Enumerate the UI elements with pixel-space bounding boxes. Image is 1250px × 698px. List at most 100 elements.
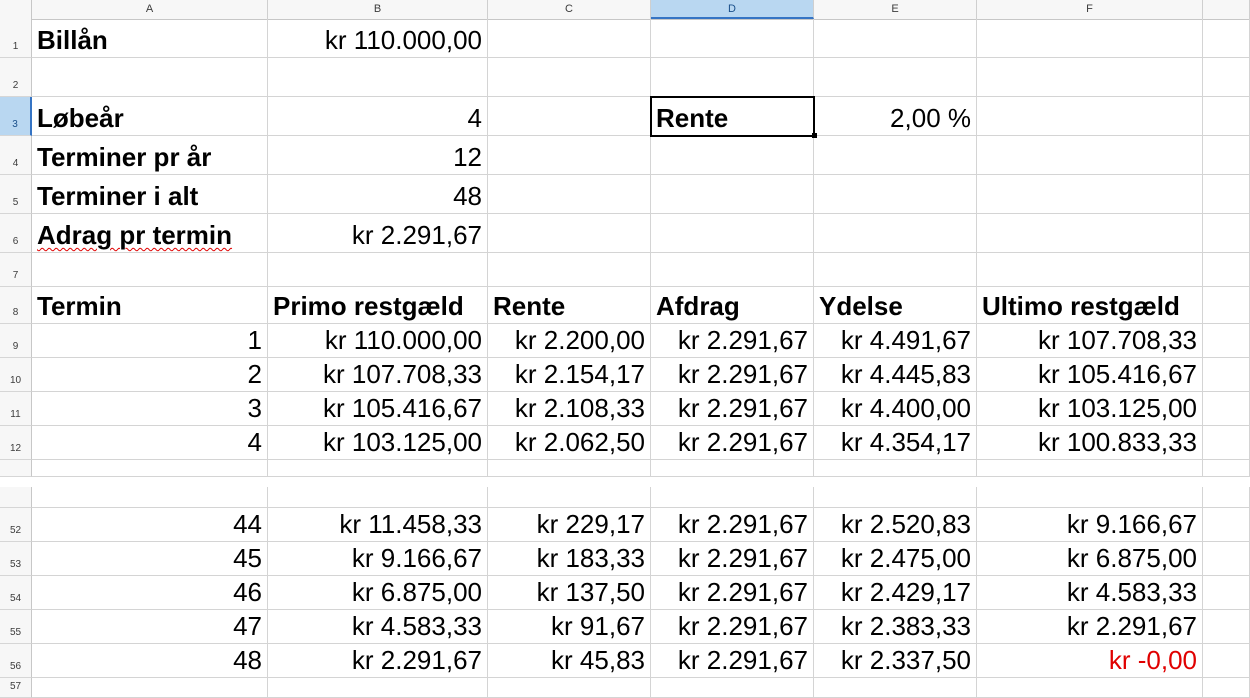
cell-c7[interactable] [488,253,651,287]
cell-d4[interactable] [651,136,814,175]
cell-e53[interactable]: kr 2.475,00 [814,542,977,576]
cell-g55[interactable] [1203,610,1250,644]
row-header-57[interactable]: 57 [0,678,32,698]
cell-a4[interactable]: Terminer pr år [32,136,268,175]
cell-e57[interactable] [814,678,977,698]
cell-b2[interactable] [268,58,488,97]
cell-ex[interactable] [814,460,977,477]
cell-f7[interactable] [977,253,1203,287]
cell-f54[interactable]: kr 4.583,33 [977,576,1203,610]
cell-c6[interactable] [488,214,651,253]
cell-d53[interactable]: kr 2.291,67 [651,542,814,576]
row-header-56[interactable]: 56 [0,644,32,678]
cell-g2[interactable] [1203,58,1250,97]
cell-d57[interactable] [651,678,814,698]
row-header-11[interactable]: 11 [0,392,32,426]
row-header-1[interactable]: 1 [0,19,32,58]
row-header-5[interactable]: 5 [0,175,32,214]
cell-e54[interactable]: kr 2.429,17 [814,576,977,610]
cell-a8[interactable]: Termin [32,287,268,324]
cell-b8[interactable]: Primo restgæld [268,287,488,324]
cell-c10[interactable]: kr 2.154,17 [488,358,651,392]
cell-b7[interactable] [268,253,488,287]
cell-d8[interactable]: Afdrag [651,287,814,324]
cell-c56[interactable]: kr 45,83 [488,644,651,678]
row-header-4[interactable]: 4 [0,136,32,175]
cell-d52[interactable]: kr 2.291,67 [651,508,814,542]
cell-b4[interactable]: 12 [268,136,488,175]
cell-c52[interactable]: kr 229,17 [488,508,651,542]
cell-f57[interactable] [977,678,1203,698]
cell-e12[interactable]: kr 4.354,17 [814,426,977,460]
cell-e7[interactable] [814,253,977,287]
cell-d1[interactable] [651,19,814,58]
cell-dx[interactable] [651,460,814,477]
cell-c5[interactable] [488,175,651,214]
cell-bx[interactable] [268,460,488,477]
cell-e6[interactable] [814,214,977,253]
cell-a3[interactable]: Løbeår [32,97,268,136]
cell-g57[interactable] [1203,678,1250,698]
cell-e3[interactable]: 2,00 % [814,97,977,136]
cell-f11[interactable]: kr 103.125,00 [977,392,1203,426]
cell-d2[interactable] [651,58,814,97]
row-header-hidden[interactable] [0,460,32,477]
cell-a7[interactable] [32,253,268,287]
cell-d12[interactable]: kr 2.291,67 [651,426,814,460]
cell-f9[interactable]: kr 107.708,33 [977,324,1203,358]
row-header-hidden[interactable] [0,487,32,508]
cell-a1[interactable]: Billån [32,19,268,58]
row-header-54[interactable]: 54 [0,576,32,610]
cell-a9[interactable]: 1 [32,324,268,358]
cell-f1[interactable] [977,19,1203,58]
cell-b5[interactable]: 48 [268,175,488,214]
cell-g5[interactable] [1203,175,1250,214]
cell-b11[interactable]: kr 105.416,67 [268,392,488,426]
cell-f5[interactable] [977,175,1203,214]
cell-a57[interactable] [32,678,268,698]
cell-d56[interactable]: kr 2.291,67 [651,644,814,678]
cell-a5[interactable]: Terminer i alt [32,175,268,214]
cell-f55[interactable]: kr 2.291,67 [977,610,1203,644]
cell-gx[interactable] [1203,487,1250,508]
cell-e2[interactable] [814,58,977,97]
cell-b12[interactable]: kr 103.125,00 [268,426,488,460]
cell-b9[interactable]: kr 110.000,00 [268,324,488,358]
cell-ax[interactable] [32,460,268,477]
cell-b57[interactable] [268,678,488,698]
cell-c57[interactable] [488,678,651,698]
cell-c12[interactable]: kr 2.062,50 [488,426,651,460]
cell-g6[interactable] [1203,214,1250,253]
row-header-55[interactable]: 55 [0,610,32,644]
cell-f3[interactable] [977,97,1203,136]
cell-d11[interactable]: kr 2.291,67 [651,392,814,426]
cell-a6[interactable]: Adrag pr termin [32,214,268,253]
cell-a54[interactable]: 46 [32,576,268,610]
row-header-9[interactable]: 9 [0,324,32,358]
row-header-52[interactable]: 52 [0,508,32,542]
cell-cx[interactable] [488,487,651,508]
cell-a55[interactable]: 47 [32,610,268,644]
column-header-c[interactable]: C [488,0,651,19]
cell-a56[interactable]: 48 [32,644,268,678]
cell-b6[interactable]: kr 2.291,67 [268,214,488,253]
cell-c8[interactable]: Rente [488,287,651,324]
cell-f53[interactable]: kr 6.875,00 [977,542,1203,576]
select-all-corner[interactable] [0,0,32,19]
cell-c55[interactable]: kr 91,67 [488,610,651,644]
cell-dx[interactable] [651,487,814,508]
cell-g7[interactable] [1203,253,1250,287]
cell-c53[interactable]: kr 183,33 [488,542,651,576]
cell-ax[interactable] [32,487,268,508]
cell-bx[interactable] [268,487,488,508]
cell-e8[interactable]: Ydelse [814,287,977,324]
column-header-d[interactable]: D [651,0,814,19]
cell-g53[interactable] [1203,542,1250,576]
cell-d7[interactable] [651,253,814,287]
cell-g9[interactable] [1203,324,1250,358]
column-header-a[interactable]: A [32,0,268,19]
column-header-f[interactable]: F [977,0,1203,19]
cell-g11[interactable] [1203,392,1250,426]
cell-f56[interactable]: kr -0,00 [977,644,1203,678]
cell-c1[interactable] [488,19,651,58]
